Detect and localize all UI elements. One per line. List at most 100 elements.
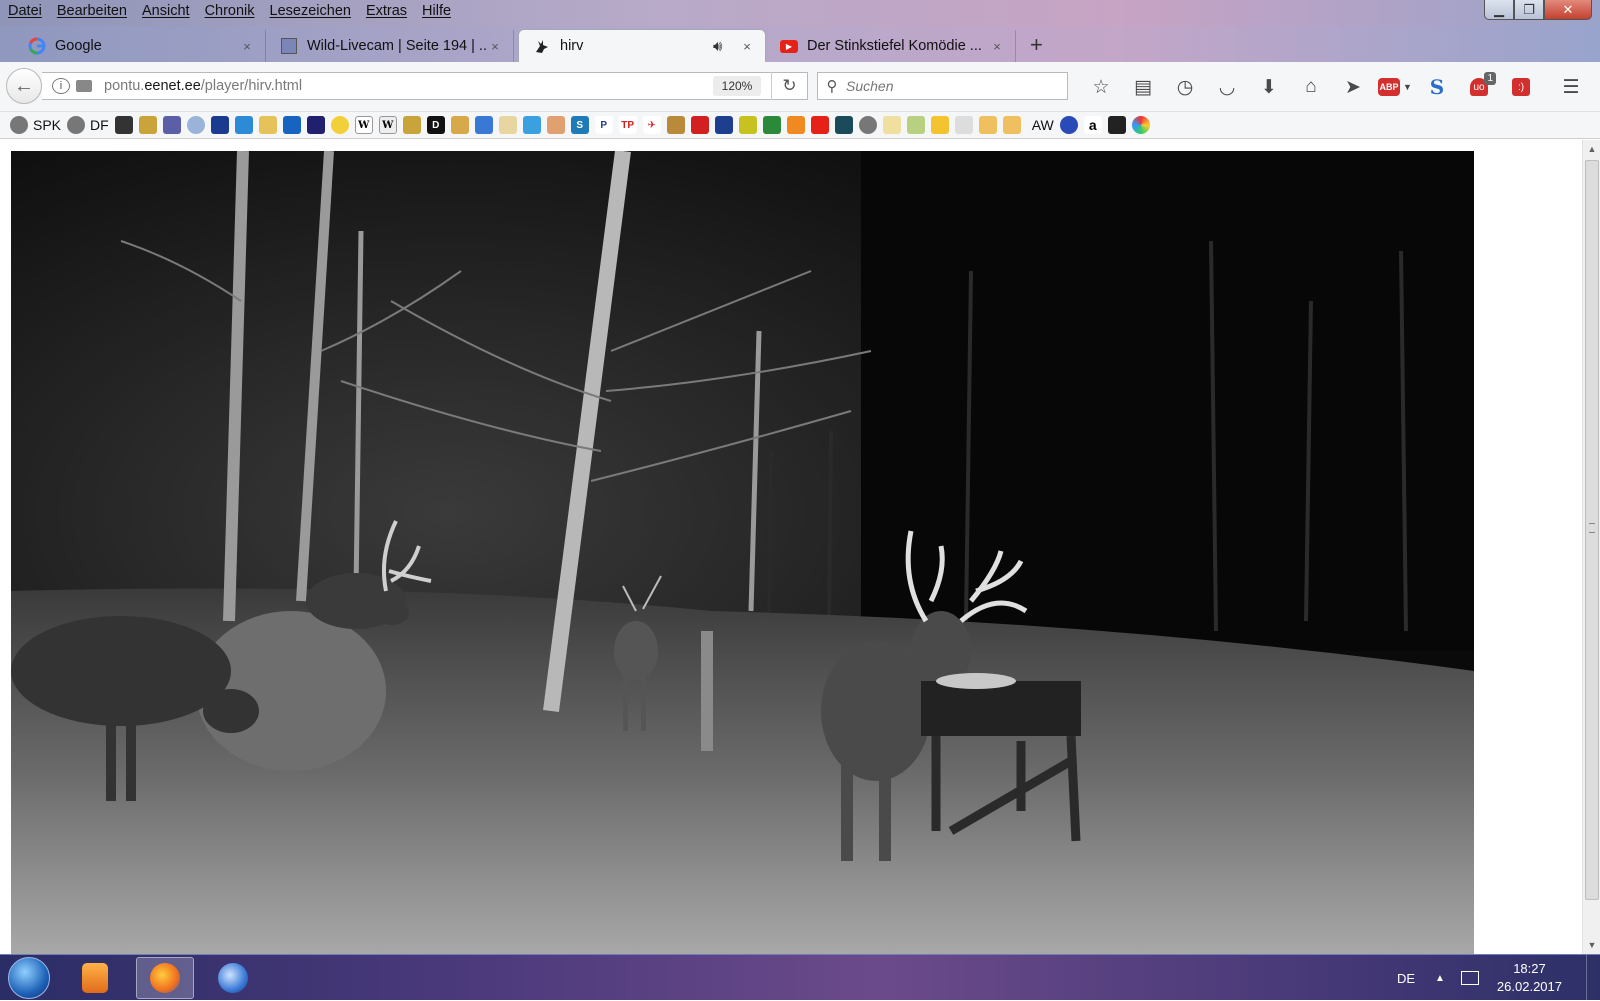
bookmark-spk[interactable]: SPK [10,116,61,134]
bookmark-icon-41[interactable] [1107,116,1126,134]
bookmarks-menu-icon[interactable]: ▤ [1122,72,1164,102]
bookmark-icon-22[interactable]: TP [618,116,637,134]
history-clock-icon[interactable]: ◷ [1164,72,1206,102]
bookmark-aw[interactable]: AW [1027,117,1054,133]
bookmark-icon-06[interactable] [234,116,253,134]
bookmark-icon-19[interactable] [546,116,565,134]
scroll-thumb[interactable] [1585,160,1599,900]
bookmark-icon-04[interactable] [186,116,205,134]
red-extension-icon[interactable]: :) [1500,72,1542,102]
bookmark-icon-40[interactable]: a [1083,116,1102,134]
tab-google[interactable]: Google × [14,30,266,62]
menu-ansicht[interactable]: Ansicht [134,0,197,24]
bookmark-icon-08[interactable] [282,116,301,134]
bookmark-icon-01[interactable] [114,116,133,134]
scroll-down-arrow-icon[interactable]: ▼ [1583,936,1600,954]
bookmark-icon-03[interactable] [162,116,181,134]
bookmark-icon-07[interactable] [258,116,277,134]
tab-close-icon[interactable]: × [739,39,755,54]
scroll-up-arrow-icon[interactable]: ▲ [1583,140,1600,158]
url-text[interactable]: pontu.eenet.ee/player/hirv.html [104,78,713,94]
search-icon: ⚲ [826,78,838,95]
new-tab-button[interactable]: + [1030,32,1043,58]
bookmark-icon-37[interactable] [978,116,997,134]
address-bar[interactable]: i pontu.eenet.ee/player/hirv.html 120% ↻ [42,72,808,100]
bookmark-icon-26[interactable] [714,116,733,134]
bookmark-icon-32[interactable] [858,116,877,134]
bookmark-icon-15[interactable] [450,116,469,134]
tab-wild-livecam[interactable]: Wild-Livecam | Seite 194 | ... × [266,30,514,62]
bookmark-icon-16[interactable] [474,116,493,134]
bookmark-icon-17[interactable] [498,116,517,134]
bookmark-icon-35[interactable] [930,116,949,134]
tab-close-icon[interactable]: × [239,39,255,54]
menu-datei[interactable]: Datei [0,0,49,24]
home-icon[interactable]: ⌂ [1290,72,1332,102]
taskbar-thunderbird[interactable] [204,957,262,999]
speaker-icon[interactable]: 🔊︎ [713,38,731,55]
tab-close-icon[interactable]: × [487,39,503,54]
bookmark-icon-24[interactable] [666,116,685,134]
adblock-plus-icon[interactable]: ABP ▼ [1374,72,1416,102]
bookmark-icon-12[interactable]: W [378,116,397,134]
download-icon[interactable]: ⬇ [1248,72,1290,102]
bookmark-icon-30[interactable] [810,116,829,134]
bookmark-icon-09[interactable] [306,116,325,134]
bookmark-icon-36[interactable] [954,116,973,134]
ublock-icon[interactable]: uo 1 [1458,72,1500,102]
pocket-icon[interactable]: ◡ [1206,72,1248,102]
bookmark-icon-13[interactable] [402,116,421,134]
reload-icon[interactable]: ↻ [771,72,807,100]
page-scrollbar[interactable]: ▲ ▼ [1582,140,1600,954]
bookmark-icon-05[interactable] [210,116,229,134]
zoom-level-badge[interactable]: 120% [713,76,761,96]
minimize-button[interactable]: ▁ [1484,0,1514,20]
menu-chronik[interactable]: Chronik [197,0,262,24]
bookmark-icon-18[interactable] [522,116,541,134]
bookmark-icon-21[interactable]: P [594,116,613,134]
bookmark-icon-31[interactable] [834,116,853,134]
bookmark-icon-14[interactable]: D [426,116,445,134]
search-bar[interactable]: ⚲ [817,72,1068,100]
close-window-button[interactable]: ✕ [1544,0,1592,20]
taskbar-firefox[interactable] [136,957,194,999]
tab-stinkstiefel[interactable]: ▶ Der Stinkstiefel Komödie ... × [766,30,1016,62]
tab-hirv[interactable]: hirv 🔊︎ × [518,29,766,62]
menu-extras[interactable]: Extras [358,0,414,24]
back-button[interactable]: ← [6,68,42,104]
bookmark-icon-20[interactable]: S [570,116,589,134]
language-indicator[interactable]: DE [1397,971,1415,986]
bookmark-icon-25[interactable] [690,116,709,134]
bookmark-icon-02[interactable] [138,116,157,134]
start-button[interactable] [8,957,50,999]
send-icon[interactable]: ➤ [1332,72,1374,102]
bookmark-icon-38[interactable] [1002,116,1021,134]
maximize-button[interactable]: ❐ [1514,0,1544,20]
bookmark-icon-11[interactable]: W [354,116,373,134]
bookmark-icon-33[interactable] [882,116,901,134]
info-icon[interactable]: i [52,78,70,94]
taskbar-media-player[interactable] [66,957,124,999]
network-icon[interactable] [1460,971,1479,985]
bookmark-star-icon[interactable]: ☆ [1080,72,1122,102]
menu-hilfe[interactable]: Hilfe [414,0,458,24]
s-extension-icon[interactable]: S [1416,72,1458,102]
show-hidden-icons-icon[interactable]: ▲ [1435,973,1445,984]
bookmark-df[interactable]: DF [67,116,109,134]
bookmark-icon-27[interactable] [738,116,757,134]
hamburger-menu-icon[interactable]: ☰ [1550,72,1592,102]
show-desktop-button[interactable] [1586,955,1600,1001]
bookmark-icon-28[interactable] [762,116,781,134]
bookmark-icon-10[interactable] [330,116,349,134]
menu-bearbeiten[interactable]: Bearbeiten [49,0,134,24]
bookmark-icon-42[interactable] [1131,116,1150,134]
clock[interactable]: 18:27 26.02.2017 [1497,960,1562,996]
search-input[interactable] [846,78,1056,94]
tab-close-icon[interactable]: × [989,39,1005,54]
bookmark-icon-29[interactable] [786,116,805,134]
bookmark-icon-39[interactable] [1059,116,1078,134]
bookmark-icon-34[interactable] [906,116,925,134]
menu-lesezeichen[interactable]: Lesezeichen [262,0,358,24]
bookmark-icon-23[interactable]: ✈ [642,116,661,134]
livecam-video[interactable] [11,151,1474,954]
